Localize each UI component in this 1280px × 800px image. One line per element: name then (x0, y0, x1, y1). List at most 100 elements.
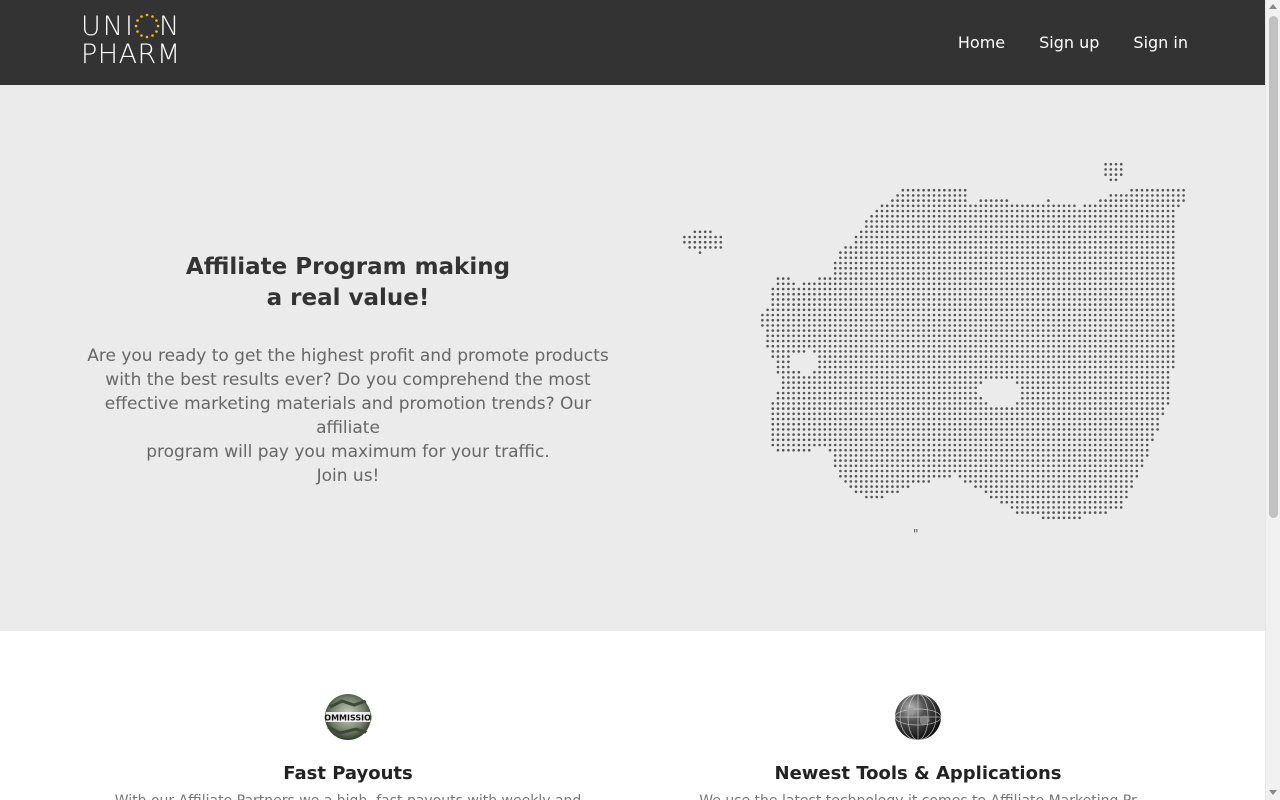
map-dot (1151, 282, 1154, 286)
map-dot (1062, 318, 1066, 322)
map-dot (802, 417, 806, 421)
map-dot (776, 303, 780, 306)
map-dot (854, 464, 858, 468)
map-dot (802, 391, 806, 395)
map-dot (854, 277, 858, 280)
map-dot (1099, 251, 1102, 254)
map-dot (1104, 344, 1107, 348)
map-dot (995, 407, 998, 410)
map-dot (1130, 386, 1133, 390)
map-dot (943, 230, 946, 234)
map-dot (828, 318, 832, 322)
map-dot (839, 417, 842, 421)
map-dot (1145, 204, 1149, 208)
map-dot (1067, 500, 1071, 504)
map-dot (943, 402, 946, 405)
map-dot (901, 188, 905, 192)
map-dot (901, 464, 905, 468)
map-dot (911, 251, 915, 254)
map-dot (1156, 381, 1159, 384)
map-dot (995, 464, 998, 468)
map-dot (849, 433, 853, 436)
map-dot (865, 282, 868, 286)
logo-text-uni: UNI (81, 11, 135, 42)
nav-signup-link[interactable]: Sign up (1039, 31, 1099, 55)
map-dot (943, 474, 946, 478)
map-dot (891, 272, 894, 275)
map-dot (885, 355, 889, 358)
map-dot (1062, 511, 1066, 514)
map-dot (1109, 282, 1113, 286)
map-dot (1088, 500, 1092, 504)
map-dot (948, 292, 951, 296)
map-dot (828, 324, 832, 327)
map-dot (948, 459, 951, 462)
map-dot (818, 318, 821, 322)
map-dot (1021, 433, 1024, 436)
map-dot (943, 339, 946, 343)
map-dot (943, 266, 946, 270)
map-dot (1000, 308, 1003, 312)
map-dot (901, 438, 905, 442)
map-dot (1171, 282, 1175, 286)
map-dot (1000, 298, 1003, 301)
scrollbar-thumb[interactable] (1269, 16, 1278, 518)
scroll-up-arrow-icon[interactable] (1269, 4, 1277, 9)
scroll-down-arrow-icon[interactable] (1269, 790, 1277, 795)
map-dot (932, 324, 936, 327)
map-dot (984, 344, 988, 348)
map-dot (958, 220, 962, 223)
map-dot (865, 428, 868, 431)
map-dot (953, 209, 957, 213)
nav-home-link[interactable]: Home (958, 31, 1005, 55)
map-dot (1031, 292, 1035, 296)
map-dot (1166, 220, 1170, 223)
nav-signin-link[interactable]: Sign in (1133, 31, 1188, 55)
map-dot (818, 308, 821, 312)
map-dot (859, 459, 863, 462)
map-dot (1021, 376, 1024, 379)
map-dot (1010, 324, 1014, 327)
map-dot (969, 391, 972, 395)
map-dot (781, 282, 785, 286)
map-dot (880, 402, 884, 405)
union-pharm-logo[interactable]: UNI N PHARM (81, 10, 196, 72)
map-dot (1073, 407, 1076, 410)
map-dot (1156, 188, 1159, 192)
map-dot (1083, 490, 1087, 494)
map-dot (854, 433, 858, 436)
map-dot (844, 303, 847, 306)
map-dot (1036, 386, 1040, 390)
map-dot (1031, 256, 1035, 260)
map-dot (1099, 324, 1102, 327)
map-dot (787, 303, 790, 306)
map-dot (1119, 339, 1123, 343)
map-dot (688, 240, 691, 244)
map-dot (875, 464, 879, 468)
map-dot (1156, 272, 1159, 275)
page-scrollbar[interactable] (1265, 0, 1280, 800)
map-dot (1078, 344, 1081, 348)
map-dot (1151, 428, 1154, 431)
map-dot (1093, 240, 1097, 244)
map-dot (1057, 443, 1061, 447)
map-dot (865, 412, 868, 416)
map-dot (1078, 261, 1081, 265)
map-dot (854, 422, 858, 426)
map-dot (979, 402, 983, 405)
map-dot (906, 266, 910, 270)
map-dot (901, 448, 905, 452)
map-dot (1145, 188, 1149, 192)
map-dot (995, 303, 998, 306)
map-dot (1156, 277, 1159, 280)
map-dot (974, 433, 977, 436)
map-dot (932, 402, 936, 405)
map-dot (823, 433, 827, 436)
map-dot (849, 313, 853, 317)
map-dot (1161, 199, 1165, 202)
map-dot (1093, 230, 1097, 234)
map-dot (1119, 412, 1123, 416)
map-dot (979, 448, 983, 452)
map-dot (1135, 220, 1139, 223)
map-dot (875, 370, 879, 374)
